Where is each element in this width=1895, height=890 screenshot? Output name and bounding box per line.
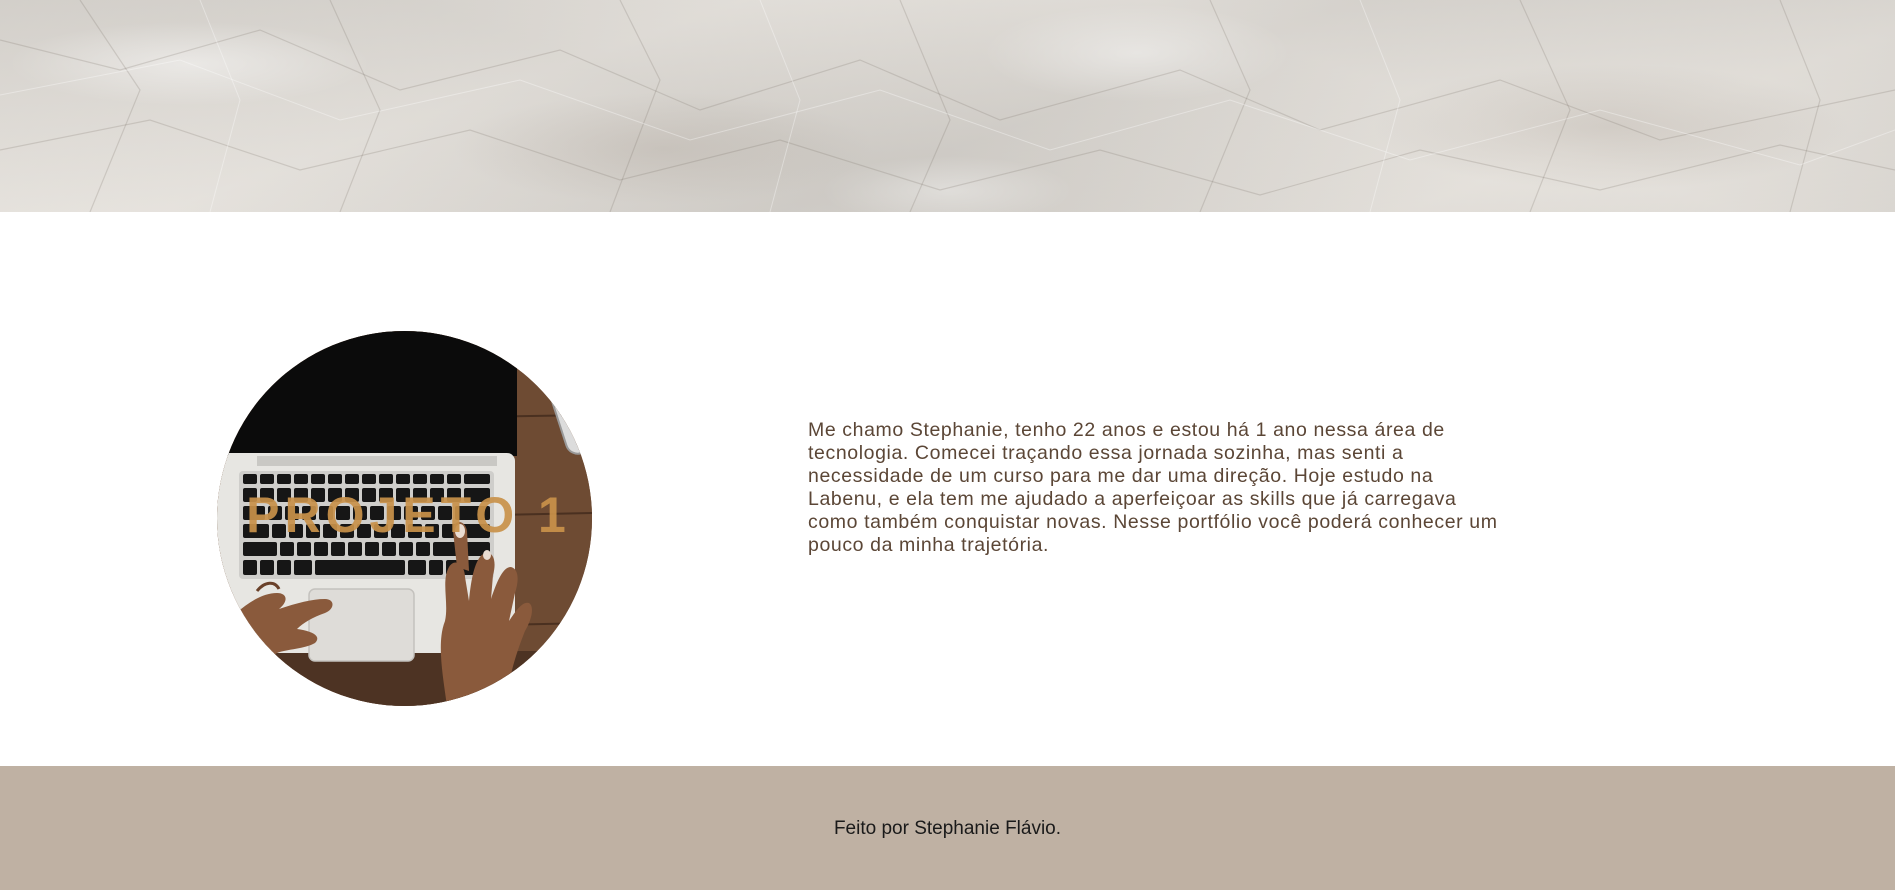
project-title[interactable]: PROJETO 1 xyxy=(217,486,592,544)
header-banner xyxy=(0,0,1895,212)
about-description: Me chamo Stephanie, tenho 22 anos e esto… xyxy=(808,419,1498,556)
footer: Feito por Stephanie Flávio. xyxy=(0,766,1895,890)
footer-credit: Feito por Stephanie Flávio. xyxy=(833,818,1062,839)
paper-texture xyxy=(0,0,1895,212)
project-card[interactable]: PROJETO 1 xyxy=(217,331,592,706)
